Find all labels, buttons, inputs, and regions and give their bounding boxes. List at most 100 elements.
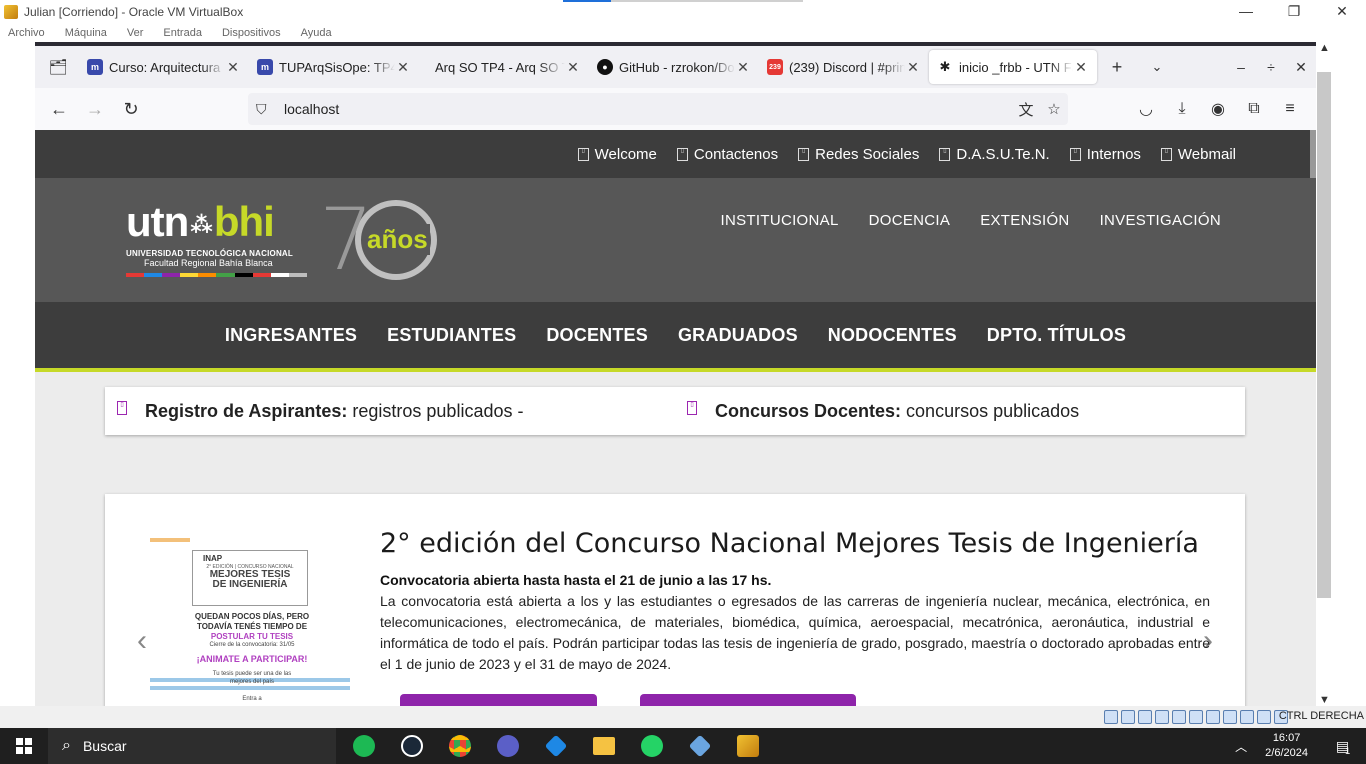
menu-extension[interactable]: EXTENSIÓN — [980, 212, 1069, 229]
tab-label: TUPArqSisOpe: TP4 — [279, 59, 395, 75]
tab-arq-so-tp4[interactable]: Arq SO TP4 - Arq SO TP4 ✕ — [419, 50, 589, 84]
menu-ver[interactable]: Ver — [127, 24, 144, 42]
vbox-menu-bar: Archivo Máquina Ver Entrada Dispositivos… — [0, 24, 1366, 42]
start-button[interactable] — [0, 728, 48, 764]
scroll-thumb[interactable] — [1317, 72, 1331, 598]
link-redes-sociales[interactable]: ▯ Redes Sociales — [798, 146, 919, 163]
tab-github[interactable]: ● GitHub - rzrokon/Do ✕ — [589, 50, 759, 84]
back-icon[interactable]: ← — [41, 99, 77, 120]
featured-poster-image[interactable]: INAP 2° EDICIÓN | CONCURSO NACIONAL MEJO… — [150, 528, 350, 706]
vbox-scrollbar[interactable]: ▲ ▼ — [1316, 42, 1334, 706]
pocket-icon[interactable]: ◡ — [1128, 99, 1164, 119]
nav-estudiantes[interactable]: ESTUDIANTES — [387, 325, 516, 346]
tab-tuparqsisope[interactable]: m TUPArqSisOpe: TP4 ✕ — [249, 50, 419, 84]
link-welcome[interactable]: ▯ Welcome — [577, 146, 657, 163]
taskbar-search[interactable]: ⌕ Buscar — [48, 728, 336, 764]
guest-minimize-icon[interactable]: – — [1226, 59, 1256, 75]
link-dasuten[interactable]: ▯ D.A.S.U.Te.N. — [939, 146, 1050, 163]
virtualbox-vm-app[interactable] — [724, 728, 772, 764]
nav-dpto-titulos[interactable]: DPTO. TÍTULOS — [987, 325, 1126, 346]
minimize-button[interactable]: — — [1222, 0, 1270, 24]
notice-registro[interactable]: ▯ Registro de Aspirantes: registros publ… — [117, 387, 523, 435]
chrome-app[interactable] — [436, 728, 484, 764]
menu-ayuda[interactable]: Ayuda — [301, 24, 332, 42]
mouse-integration-icon[interactable] — [1257, 710, 1271, 724]
menu-entrada[interactable]: Entrada — [163, 24, 202, 42]
menu-archivo[interactable]: Archivo — [8, 24, 45, 42]
forward-icon[interactable]: → — [77, 99, 113, 120]
moodle-icon: m — [87, 59, 103, 75]
featured-button-1[interactable] — [400, 694, 597, 706]
tab-inicio-frbb[interactable]: ✱ inicio _frbb - UTN Fa ✕ — [929, 50, 1097, 84]
gamebar-app[interactable] — [484, 728, 532, 764]
scroll-down-icon[interactable]: ▼ — [1319, 694, 1330, 706]
steam-app[interactable] — [388, 728, 436, 764]
bookmark-star-icon[interactable]: ☆ — [1040, 100, 1068, 118]
spotify-app[interactable] — [340, 728, 388, 764]
guest-display[interactable]: 🗂 m Curso: Arquitectura ✕ m TUPArqSisOpe… — [35, 42, 1316, 706]
new-tab-icon[interactable]: + — [1097, 57, 1137, 78]
notice-concursos[interactable]: ▯ Concursos Docentes: concursos publicad… — [687, 387, 1079, 435]
vscode-app[interactable] — [532, 728, 580, 764]
network-icon[interactable] — [1155, 710, 1169, 724]
menu-dispositivos[interactable]: Dispositivos — [222, 24, 281, 42]
firefox-view-icon[interactable]: 🗂 — [37, 51, 79, 83]
hdd-icon[interactable] — [1104, 710, 1118, 724]
tray-expand-icon[interactable]: ︿ — [1235, 738, 1247, 755]
close-tab-icon[interactable]: ✕ — [735, 59, 751, 76]
nav-docentes[interactable]: DOCENTES — [546, 325, 648, 346]
optical-drive-icon[interactable] — [1121, 710, 1135, 724]
menu-institucional[interactable]: INSTITUCIONAL — [721, 212, 839, 229]
usb-icon[interactable] — [1172, 710, 1186, 724]
nav-nodocentes[interactable]: NODOCENTES — [828, 325, 957, 346]
file-explorer-app[interactable] — [580, 728, 628, 764]
close-tab-icon[interactable]: ✕ — [1073, 59, 1089, 76]
list-all-tabs-icon[interactable]: ⌄ — [1137, 59, 1177, 75]
carousel-prev-icon[interactable]: ‹ — [137, 624, 147, 658]
scroll-up-icon[interactable]: ▲ — [1319, 42, 1330, 54]
guest-close-icon[interactable]: ✕ — [1286, 59, 1316, 76]
nav-ingresantes[interactable]: INGRESANTES — [225, 325, 357, 346]
guest-restore-icon[interactable]: ÷ — [1256, 59, 1286, 75]
recording-icon[interactable] — [1223, 710, 1237, 724]
restore-button[interactable]: ❐ — [1270, 0, 1318, 24]
notifications-icon[interactable]: ▤ 1 — [1328, 728, 1358, 764]
link-webmail[interactable]: ▯ Webmail — [1160, 146, 1236, 163]
vt-x-icon[interactable] — [1240, 710, 1254, 724]
extensions-icon[interactable]: ⧉ — [1236, 100, 1272, 118]
tab-discord[interactable]: 239 (239) Discord | #prin ✕ — [759, 50, 929, 84]
audio-icon[interactable] — [1138, 710, 1152, 724]
clock[interactable]: 16:07 2/6/2024 — [1265, 731, 1308, 761]
featured-title[interactable]: 2° edición del Concurso Nacional Mejores… — [380, 528, 1199, 559]
discord-icon: 239 — [767, 59, 783, 75]
url-text[interactable]: localhost — [284, 101, 1012, 117]
downloads-icon[interactable]: ⤓ — [1164, 100, 1200, 118]
close-tab-icon[interactable]: ✕ — [905, 59, 921, 76]
whatsapp-app[interactable] — [628, 728, 676, 764]
virtualbox-app[interactable] — [676, 728, 724, 764]
link-contactenos[interactable]: ▯ Contactenos — [676, 146, 778, 163]
poster-tagline: Tu tesis puede ser una de las mejores de… — [170, 670, 334, 686]
link-internos[interactable]: ▯ Internos — [1069, 146, 1141, 163]
reload-icon[interactable]: ↻ — [113, 99, 149, 120]
close-button[interactable]: ✕ — [1318, 0, 1366, 24]
utn-bhi-logo[interactable]: utn⁂bhi UNIVERSIDAD TECNOLÓGICA NACIONAL… — [126, 201, 307, 277]
display-icon[interactable] — [1206, 710, 1220, 724]
featured-button-2[interactable] — [640, 694, 856, 706]
close-tab-icon[interactable]: ✕ — [395, 59, 411, 76]
close-tab-icon[interactable]: ✕ — [225, 59, 241, 76]
tab-curso[interactable]: m Curso: Arquitectura ✕ — [79, 50, 249, 84]
menu-maquina[interactable]: Máquina — [65, 24, 107, 42]
menu-hamburger-icon[interactable]: ≡ — [1272, 100, 1308, 118]
shared-folders-icon[interactable] — [1189, 710, 1203, 724]
broken-image-icon: ▯ — [1160, 147, 1172, 161]
vbox-window-title: Julian [Corriendo] - Oracle VM VirtualBo… — [24, 5, 244, 19]
menu-docencia[interactable]: DOCENCIA — [869, 212, 951, 229]
account-icon[interactable]: ◉ — [1200, 99, 1236, 119]
url-bar[interactable]: ⛉ 🗋 localhost 文 ☆ — [248, 93, 1068, 706]
shield-icon[interactable]: ⛉ — [256, 101, 276, 118]
translate-icon[interactable]: 文 — [1012, 99, 1040, 120]
menu-investigacion[interactable]: INVESTIGACIÓN — [1100, 212, 1221, 229]
close-tab-icon[interactable]: ✕ — [565, 59, 581, 76]
nav-graduados[interactable]: GRADUADOS — [678, 325, 798, 346]
